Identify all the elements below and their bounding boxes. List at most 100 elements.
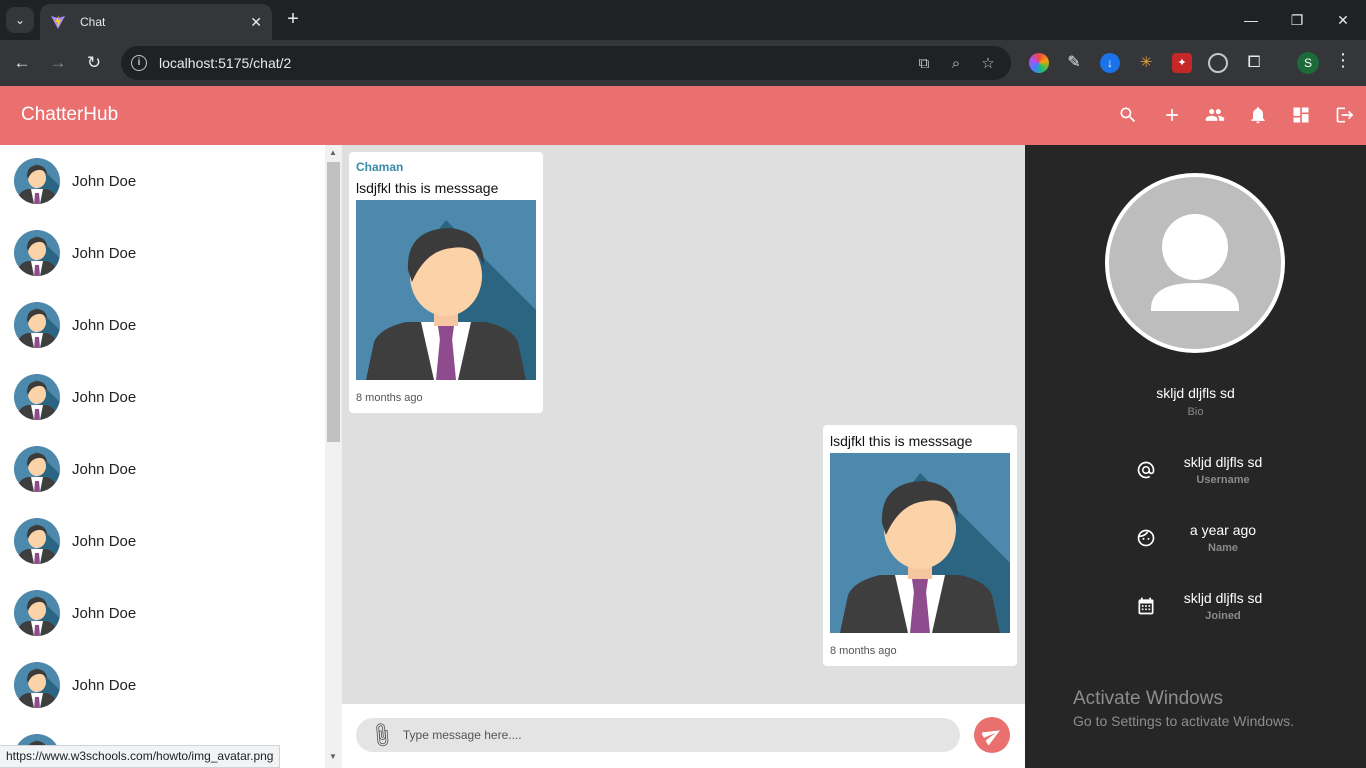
watermark-title: Activate Windows — [1073, 688, 1223, 709]
logout-icon[interactable] — [1328, 98, 1362, 132]
tab-title: Chat — [80, 15, 106, 29]
chat-list-item[interactable]: John Doe — [0, 145, 325, 217]
chat-contact-name: John Doe — [72, 172, 137, 190]
browser-tabstrip: ⌄ Chat ✕ + — ❐ ✕ — [0, 0, 1366, 40]
chat-list-item[interactable]: John Doe — [0, 649, 325, 721]
scroll-up-arrow-icon[interactable]: ▲ — [329, 148, 337, 157]
profile-username-label: Username — [1196, 474, 1250, 486]
avatar — [14, 446, 60, 492]
person-icon — [1151, 214, 1239, 311]
chat-list-item[interactable]: John Doe — [0, 217, 325, 289]
message-timestamp: 8 months ago — [356, 392, 423, 404]
search-icon[interactable] — [1111, 98, 1145, 132]
avatar — [14, 302, 60, 348]
profile-username-value: skljd dljfls sd — [1183, 454, 1263, 470]
zoom-icon[interactable]: ⌕ — [947, 55, 965, 72]
chat-list-sidebar: John Doe John Doe John Doe John Doe John Doe… — [0, 145, 342, 768]
app-header: ChatterHub — [0, 86, 1366, 145]
bookmark-star-icon[interactable]: ☆ — [979, 54, 997, 72]
vite-favicon-icon — [51, 15, 65, 29]
red-extension-icon[interactable]: ✦ — [1172, 53, 1192, 73]
chat-list-item[interactable]: John Doe — [0, 505, 325, 577]
send-button[interactable] — [974, 717, 1010, 753]
dashboard-icon[interactable] — [1284, 98, 1318, 132]
message-bubble-received: Chaman lsdjfkl this is messsage 8 months… — [349, 152, 543, 413]
message-image[interactable] — [356, 200, 536, 380]
tab-close-icon[interactable]: ✕ — [250, 14, 262, 31]
restore-button[interactable]: ❐ — [1282, 8, 1312, 32]
app-brand[interactable]: ChatterHub — [21, 104, 118, 126]
message-text: lsdjfkl this is messsage — [830, 433, 973, 449]
browser-toolbar: ← → ↻ i localhost:5175/chat/2 ⧉ ⌕ ☆ ✎ ↓ … — [0, 40, 1366, 86]
cookie-extension-icon[interactable]: ✳ — [1136, 53, 1156, 73]
sidebar-scrollbar[interactable]: ▲ ▼ — [325, 145, 342, 768]
avatar-image — [356, 200, 536, 380]
chat-contact-name: John Doe — [72, 604, 137, 622]
forward-button[interactable]: → — [45, 50, 71, 76]
profile-avatar-large — [1105, 173, 1285, 353]
face-icon — [1135, 527, 1157, 549]
add-icon[interactable] — [1155, 98, 1189, 132]
record-extension-icon[interactable] — [1208, 53, 1228, 73]
attach-file-icon[interactable]: 📎︎ — [366, 720, 397, 751]
download-extension-icon[interactable]: ↓ — [1100, 53, 1120, 73]
avatar — [14, 590, 60, 636]
chat-list-item[interactable]: John Doe — [0, 361, 325, 433]
profile-panel: skljd dljfls sd Bio skljd dljfls sd User… — [1025, 145, 1366, 768]
minimize-button[interactable]: — — [1236, 8, 1266, 32]
tab-search-button[interactable]: ⌄ — [6, 7, 34, 33]
back-button[interactable]: ← — [9, 50, 35, 76]
address-bar[interactable]: i localhost:5175/chat/2 ⧉ ⌕ ☆ — [121, 46, 1011, 80]
message-timestamp: 8 months ago — [830, 645, 897, 657]
address-url[interactable]: localhost:5175/chat/2 — [159, 55, 915, 71]
browser-menu-icon[interactable]: ⋮ — [1334, 50, 1352, 71]
avatar — [14, 662, 60, 708]
color-extension-icon[interactable] — [1029, 53, 1049, 73]
reload-button[interactable]: ↻ — [81, 50, 107, 76]
message-composer: 📎︎ — [342, 704, 1025, 768]
chat-contact-name: John Doe — [72, 316, 137, 334]
profile-name-label: Name — [1208, 542, 1238, 554]
chat-list-item[interactable]: John Doe — [0, 433, 325, 505]
browser-tab[interactable]: Chat ✕ — [40, 4, 272, 40]
profile-bio-label: Bio — [1187, 406, 1204, 418]
avatar-image — [830, 453, 1010, 633]
message-text: lsdjfkl this is messsage — [356, 180, 499, 196]
profile-bio-value: skljd dljfls sd — [1156, 385, 1235, 401]
profile-username-row: skljd dljfls sd Username — [1135, 454, 1275, 486]
new-tab-button[interactable]: + — [282, 8, 304, 30]
avatar — [14, 158, 60, 204]
message-sender: Chaman — [356, 160, 404, 174]
message-input-wrapper: 📎︎ — [356, 718, 960, 752]
chat-contact-name: John Doe — [72, 244, 137, 262]
message-bubble-sent: lsdjfkl this is messsage 8 months ago — [823, 425, 1017, 666]
chat-contact-name: John Doe — [72, 532, 137, 550]
scroll-down-arrow-icon[interactable]: ▼ — [329, 752, 337, 761]
extensions-puzzle-icon[interactable]: ⧠ — [1244, 53, 1264, 73]
eyedropper-extension-icon[interactable]: ✎ — [1064, 53, 1084, 73]
profile-joined-label: Joined — [1205, 610, 1241, 622]
avatar — [14, 374, 60, 420]
message-input[interactable] — [402, 728, 943, 742]
profile-avatar[interactable]: S — [1297, 52, 1319, 74]
chat-contact-name: John Doe — [72, 676, 137, 694]
site-info-icon[interactable]: i — [131, 55, 147, 71]
chat-contact-name: John Doe — [72, 460, 137, 478]
chat-list-item[interactable]: John Doe — [0, 577, 325, 649]
profile-joined-row: skljd dljfls sd Joined — [1135, 590, 1275, 622]
close-window-button[interactable]: ✕ — [1328, 8, 1358, 32]
chat-list-item[interactable]: John Doe — [0, 289, 325, 361]
chat-messages-area: Chaman lsdjfkl this is messsage 8 months… — [342, 145, 1025, 704]
scroll-thumb[interactable] — [327, 162, 340, 442]
watermark-subtitle: Go to Settings to activate Windows. — [1073, 713, 1294, 729]
calendar-icon — [1135, 595, 1157, 617]
notifications-icon[interactable] — [1241, 98, 1275, 132]
avatar — [14, 518, 60, 564]
profile-joined-value: skljd dljfls sd — [1183, 590, 1263, 606]
translate-icon[interactable]: ⧉ — [915, 55, 933, 72]
group-icon[interactable] — [1198, 98, 1232, 132]
message-image[interactable] — [830, 453, 1010, 633]
chat-contact-name: John Doe — [72, 388, 137, 406]
send-icon — [982, 730, 1000, 745]
profile-name-row: a year ago Name — [1135, 522, 1275, 554]
